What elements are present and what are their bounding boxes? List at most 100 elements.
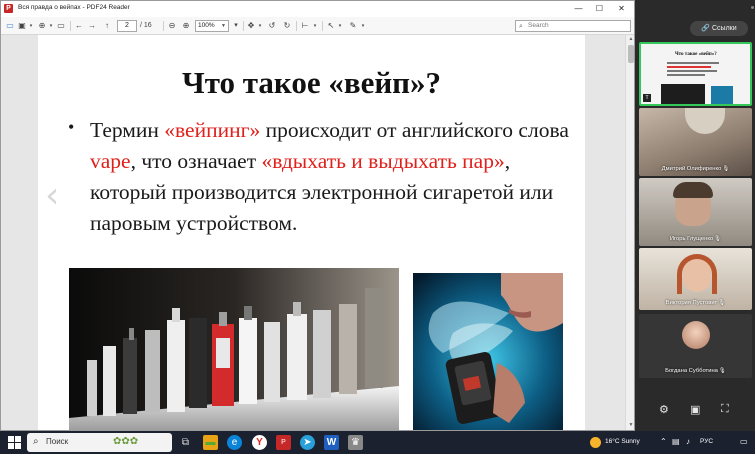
page-number-input[interactable]: 2 bbox=[117, 20, 137, 32]
print-dropdown-icon[interactable]: ▾ bbox=[48, 20, 54, 32]
thumb-text-lines bbox=[667, 60, 721, 78]
screen-share-icon[interactable]: ▣ bbox=[690, 403, 700, 416]
task-view-icon[interactable]: ⧉ bbox=[178, 435, 193, 450]
taskbar-search-input[interactable]: ⌕ Поиск ✿✿✿ bbox=[27, 433, 172, 452]
windows-start-icon[interactable] bbox=[8, 436, 21, 449]
conference-controls: ⚙ ▣ ⛶ bbox=[635, 400, 755, 422]
participant-name: Богдана Субботина🎙 bbox=[665, 368, 726, 374]
annotate-icon[interactable]: ✎ bbox=[348, 20, 358, 32]
video-conference-panel: 🔗 Ссылки Что такое «вейп»? T Дмитрий Оли… bbox=[635, 0, 755, 431]
search-icon: ⌕ bbox=[33, 436, 39, 447]
shared-screen-tile[interactable]: Что такое «вейп»? T bbox=[639, 42, 752, 106]
select-tool-icon[interactable]: ↖ bbox=[326, 20, 336, 32]
scroll-up-icon[interactable]: ▲ bbox=[627, 36, 634, 42]
participant-hair bbox=[673, 182, 713, 198]
windows-taskbar: ⌕ Поиск ✿✿✿ ⧉ ▬ e Y P ➤ W ♛ 16°C Sunny ⌃… bbox=[0, 431, 755, 454]
bullet-marker: • bbox=[68, 117, 75, 137]
search-icon: ⌕ bbox=[519, 23, 523, 30]
taskbar-search-placeholder: Поиск bbox=[46, 437, 69, 446]
app-icon[interactable]: ♛ bbox=[348, 435, 363, 450]
word-icon[interactable]: W bbox=[324, 435, 339, 450]
tile-badge: T bbox=[643, 94, 651, 102]
settings-gear-icon[interactable]: ⚙ bbox=[659, 403, 669, 416]
zoom-out-icon[interactable]: ⊖ bbox=[167, 20, 177, 32]
maximize-button[interactable]: ☐ bbox=[589, 1, 610, 17]
search-input[interactable]: ⌕ Search bbox=[515, 20, 631, 32]
highlight-term: «вдыхать и выдыхать пар» bbox=[261, 149, 505, 173]
back-arrow-icon[interactable]: ← bbox=[74, 20, 84, 32]
participant-tile-2[interactable]: Игорь Глущенко🎙 bbox=[639, 178, 752, 246]
search-placeholder: Search bbox=[528, 22, 549, 29]
highlight-term: «вейпинг» bbox=[164, 118, 261, 142]
notification-icon[interactable]: ▭ bbox=[740, 437, 748, 446]
person-vaping-photo bbox=[413, 273, 563, 430]
participant-tile-3[interactable]: Виктория Пустовит🎙 bbox=[639, 248, 752, 310]
layout-dropdown-icon[interactable]: ▾ bbox=[312, 20, 318, 32]
rotate-left-icon[interactable]: ↺ bbox=[267, 20, 277, 32]
print-icon[interactable]: ⊕ bbox=[37, 20, 47, 32]
sidebar-toggle-icon[interactable]: ▭ bbox=[56, 20, 66, 32]
select-dropdown-icon[interactable]: ▾ bbox=[337, 20, 343, 32]
close-button[interactable]: ✕ bbox=[611, 1, 632, 17]
room-lamp bbox=[685, 108, 725, 134]
fullscreen-icon[interactable]: ⛶ bbox=[721, 403, 729, 416]
language-indicator[interactable]: РУС bbox=[700, 438, 713, 445]
tray-chevron-up-icon[interactable]: ⌃ bbox=[660, 437, 667, 446]
page-total-label: / 16 bbox=[140, 22, 152, 29]
participant-hair bbox=[677, 254, 717, 294]
move-dropdown-icon[interactable]: ▾ bbox=[257, 20, 263, 32]
avatar bbox=[682, 321, 710, 349]
scrollbar-thumb[interactable] bbox=[628, 45, 634, 63]
save-dropdown-icon[interactable]: ▾ bbox=[28, 20, 34, 32]
participant-name: Игорь Глущенко🎙 bbox=[669, 236, 722, 242]
previous-page-chevron-icon[interactable]: ‹ bbox=[45, 175, 59, 216]
mic-icon: 🎙 bbox=[714, 236, 722, 242]
forward-arrow-icon[interactable]: → bbox=[87, 20, 97, 32]
slide-title: Что такое «вейп»? bbox=[181, 65, 442, 100]
pdf-viewer-window: P Вся правда о вейпах - PDF24 Reader — ☐… bbox=[0, 0, 635, 431]
link-icon: 🔗 bbox=[701, 25, 712, 32]
save-icon[interactable]: ▣ bbox=[17, 20, 27, 32]
thumb-title: Что такое «вейп»? bbox=[675, 52, 717, 57]
yandex-browser-icon[interactable]: Y bbox=[252, 435, 267, 450]
vape-devices-illustration bbox=[69, 268, 399, 430]
vertical-scrollbar[interactable]: ▲ ▼ bbox=[625, 35, 634, 430]
chevron-down-icon: ▼ bbox=[221, 23, 226, 29]
telegram-icon[interactable]: ➤ bbox=[300, 435, 315, 450]
text-run: происходит от английского слова bbox=[260, 118, 569, 142]
file-explorer-icon[interactable]: ▬ bbox=[203, 435, 218, 450]
links-button[interactable]: 🔗 Ссылки bbox=[690, 21, 748, 36]
participant-tile-1[interactable]: Дмитрий Олифиренко🎙 bbox=[639, 108, 752, 176]
text-run: Термин bbox=[90, 118, 165, 142]
thumb-photo-1 bbox=[661, 84, 705, 104]
scroll-down-icon[interactable]: ▼ bbox=[627, 422, 634, 428]
annotate-dropdown-icon[interactable]: ▾ bbox=[360, 20, 366, 32]
move-tool-icon[interactable]: ✥ bbox=[246, 20, 256, 32]
rotate-right-icon[interactable]: ↻ bbox=[282, 20, 292, 32]
document-canvas[interactable]: Что такое «вейп»? • Термин «вейпинг» про… bbox=[1, 35, 625, 430]
participant-tile-4[interactable]: Богдана Субботина🎙 bbox=[639, 314, 752, 378]
weather-label: 16°C Sunny bbox=[605, 438, 640, 445]
mic-icon: 🎙 bbox=[718, 368, 726, 374]
zoom-value: 100% bbox=[198, 22, 215, 29]
network-icon[interactable]: ▤ bbox=[672, 437, 680, 446]
highlight-term: vape bbox=[90, 149, 131, 173]
open-folder-icon[interactable]: ▭ bbox=[5, 20, 15, 32]
person-vaping-illustration bbox=[413, 273, 563, 430]
edge-browser-icon[interactable]: e bbox=[227, 435, 242, 450]
participant-name: Дмитрий Олифиренко🎙 bbox=[661, 166, 730, 172]
mic-icon: 🎙 bbox=[722, 166, 730, 172]
vape-devices-photo bbox=[69, 268, 399, 430]
pdf24-taskbar-icon[interactable]: P bbox=[276, 435, 291, 450]
zoom-in-icon[interactable]: ⊕ bbox=[181, 20, 191, 32]
zoom-select[interactable]: 100% ▼ bbox=[195, 20, 229, 32]
volume-icon[interactable]: ♪ bbox=[686, 437, 690, 446]
fit-page-icon[interactable]: ▾ bbox=[232, 20, 240, 32]
sun-weather-icon bbox=[590, 437, 601, 448]
page-up-icon[interactable]: ↑ bbox=[102, 20, 112, 32]
pdf24-app-icon: P bbox=[4, 4, 13, 13]
thumb-photo-2 bbox=[711, 86, 733, 104]
flower-decoration-icon: ✿✿✿ bbox=[113, 436, 139, 447]
page-width-icon[interactable]: ⊢ bbox=[300, 20, 310, 32]
minimize-button[interactable]: — bbox=[568, 1, 589, 17]
